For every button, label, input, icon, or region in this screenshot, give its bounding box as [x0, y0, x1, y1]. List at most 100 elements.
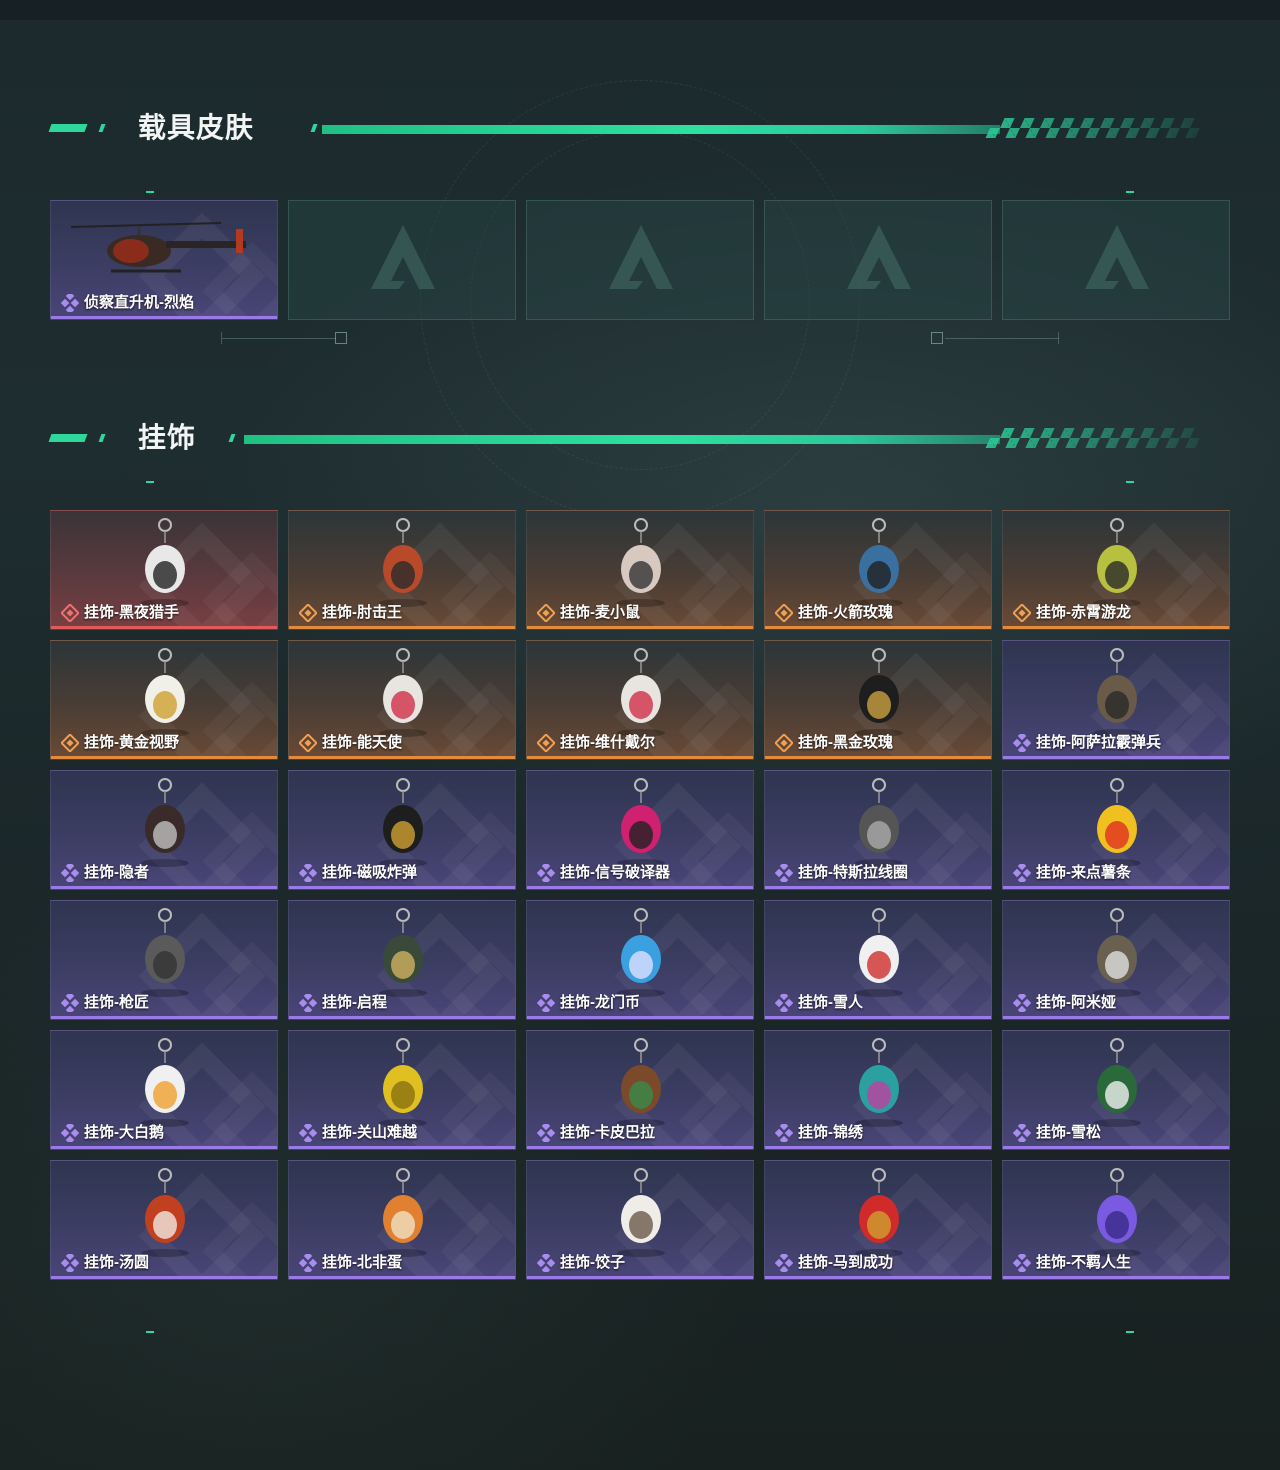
vehicle-grid: 侦察直升机-烈焰 — [50, 200, 1230, 320]
item-card[interactable]: 挂饰-阿萨拉霰弹兵 — [1002, 640, 1230, 760]
item-card[interactable]: 挂饰-锦绣 — [764, 1030, 992, 1150]
empty-slot — [526, 200, 754, 320]
pendant-grid: 挂饰-黑夜猎手 挂饰-肘击王 挂饰-麦小鼠 挂饰-火箭玫瑰 挂饰-赤霄游龙挂饰-黄金视野… — [50, 510, 1230, 1280]
item-card[interactable]: 挂饰-大白鹅 — [50, 1030, 278, 1150]
rarity-diamond-icon — [1013, 734, 1031, 752]
item-card[interactable]: 挂饰-关山难越 — [288, 1030, 516, 1150]
capybara-icon — [617, 1038, 665, 1127]
item-card[interactable]: 挂饰-信号破译器 — [526, 770, 754, 890]
item-name: 挂饰-北非蛋 — [322, 1254, 402, 1271]
item-card[interactable]: 挂饰-来点薯条 — [1002, 770, 1230, 890]
rarity-stripe — [1003, 1146, 1229, 1149]
rarity-stripe — [289, 1016, 515, 1019]
placeholder-logo-icon — [1085, 225, 1149, 289]
rose-pendant-icon — [855, 648, 903, 737]
placeholder-logo-icon — [847, 225, 911, 289]
item-card[interactable]: 挂饰-维什戴尔 — [526, 640, 754, 760]
butterfly-icon — [855, 1038, 903, 1127]
bowl-icon — [141, 1168, 189, 1257]
item-card[interactable]: 挂饰-雪松 — [1002, 1030, 1230, 1150]
item-card[interactable]: 挂饰-能天使 — [288, 640, 516, 760]
rarity-stripe — [289, 1276, 515, 1279]
dumpling-plate-icon — [617, 1168, 665, 1257]
item-card[interactable]: 挂饰-北非蛋 — [288, 1160, 516, 1280]
rarity-stripe — [765, 756, 991, 759]
item-card[interactable]: 挂饰-龙门币 — [526, 900, 754, 1020]
item-name: 挂饰-黑金玫瑰 — [798, 734, 893, 751]
item-card[interactable]: 挂饰-磁吸炸弹 — [288, 770, 516, 890]
item-card[interactable]: 挂饰-卡皮巴拉 — [526, 1030, 754, 1150]
item-card[interactable]: 挂饰-枪匠 — [50, 900, 278, 1020]
item-name: 挂饰-饺子 — [560, 1254, 625, 1271]
rarity-stripe — [765, 886, 991, 889]
section-header-pendant: 挂饰 — [0, 418, 1280, 458]
pendant-row: 挂饰-汤圆 挂饰-北非蛋 挂饰-饺子 挂饰-马到成功 挂饰-不羁人生 — [50, 1160, 1230, 1280]
corner-tick — [146, 1331, 154, 1333]
item-card[interactable]: 挂饰-赤霄游龙 — [1002, 510, 1230, 630]
header-dash — [228, 434, 236, 442]
rarity-stripe — [765, 626, 991, 629]
rarity-stripe — [1003, 626, 1229, 629]
item-card[interactable]: 挂饰-黑金玫瑰 — [764, 640, 992, 760]
header-dash — [310, 124, 318, 132]
item-name: 挂饰-麦小鼠 — [560, 604, 640, 621]
corner-tick — [1126, 481, 1134, 483]
item-name: 挂饰-不羁人生 — [1036, 1254, 1131, 1271]
item-name: 挂饰-枪匠 — [84, 994, 149, 1011]
item-card[interactable]: 挂饰-麦小鼠 — [526, 510, 754, 630]
item-card[interactable]: 挂饰-火箭玫瑰 — [764, 510, 992, 630]
header-dash — [98, 434, 106, 442]
item-card[interactable]: 挂饰-启程 — [288, 900, 516, 1020]
empty-slot — [288, 200, 516, 320]
item-card[interactable]: 挂饰-黄金视野 — [50, 640, 278, 760]
item-name: 挂饰-锦绣 — [798, 1124, 863, 1141]
top-strip — [0, 0, 1280, 20]
hunter-figure-icon — [141, 518, 189, 607]
item-card[interactable]: 挂饰-阿米娅 — [1002, 900, 1230, 1020]
item-name: 挂饰-黄金视野 — [84, 734, 179, 751]
rarity-diamond-icon — [61, 1124, 79, 1142]
rarity-stripe — [765, 1016, 991, 1019]
bunny-figure-icon — [1093, 908, 1141, 997]
rarity-stripe — [289, 626, 515, 629]
tarot-card-icon — [141, 778, 189, 867]
rarity-stripe — [51, 626, 277, 629]
rarity-stripe — [51, 1016, 277, 1019]
helicopter-icon — [70, 222, 246, 273]
rarity-diamond-icon — [299, 1124, 317, 1142]
item-card[interactable]: 挂饰-特斯拉线圈 — [764, 770, 992, 890]
ruler-box — [931, 332, 943, 344]
rarity-stripe — [1003, 756, 1229, 759]
shotgunner-figure-icon — [1093, 648, 1141, 737]
coin-card-icon — [617, 908, 665, 997]
item-name: 挂饰-阿米娅 — [1036, 994, 1116, 1011]
item-card[interactable]: 挂饰-隐者 — [50, 770, 278, 890]
rarity-stripe — [51, 756, 277, 759]
ruler-line — [221, 332, 222, 344]
pendant-row: 挂饰-隐者 挂饰-磁吸炸弹 挂饰-信号破译器 挂饰-特斯拉线圈 挂饰-来点薯条 — [50, 770, 1230, 890]
corner-tick — [146, 191, 154, 193]
item-card[interactable]: 挂饰-不羁人生 — [1002, 1160, 1230, 1280]
horse-icon — [855, 1168, 903, 1257]
pan-icon — [379, 1168, 427, 1257]
ruler-box — [335, 332, 347, 344]
item-card[interactable]: 挂饰-雪人 — [764, 900, 992, 1020]
snowman-icon — [855, 908, 903, 997]
item-name: 挂饰-信号破译器 — [560, 864, 670, 881]
corner-tick — [1126, 191, 1134, 193]
item-card[interactable]: 挂饰-饺子 — [526, 1160, 754, 1280]
mouse-figure-icon — [617, 518, 665, 607]
item-card[interactable]: 挂饰-黑夜猎手 — [50, 510, 278, 630]
item-name: 挂饰-特斯拉线圈 — [798, 864, 908, 881]
rarity-diamond-icon — [537, 604, 555, 622]
rarity-stripe — [51, 886, 277, 889]
item-card[interactable]: 挂饰-肘击王 — [288, 510, 516, 630]
rarity-diamond-icon — [775, 864, 793, 882]
corner-tick — [1126, 1331, 1134, 1333]
item-name: 挂饰-龙门币 — [560, 994, 640, 1011]
item-card[interactable]: 挂饰-马到成功 — [764, 1160, 992, 1280]
item-card[interactable]: 挂饰-汤圆 — [50, 1160, 278, 1280]
item-name: 挂饰-阿萨拉霰弹兵 — [1036, 734, 1161, 751]
rarity-diamond-icon — [775, 1124, 793, 1142]
item-card[interactable]: 侦察直升机-烈焰 — [50, 200, 278, 320]
